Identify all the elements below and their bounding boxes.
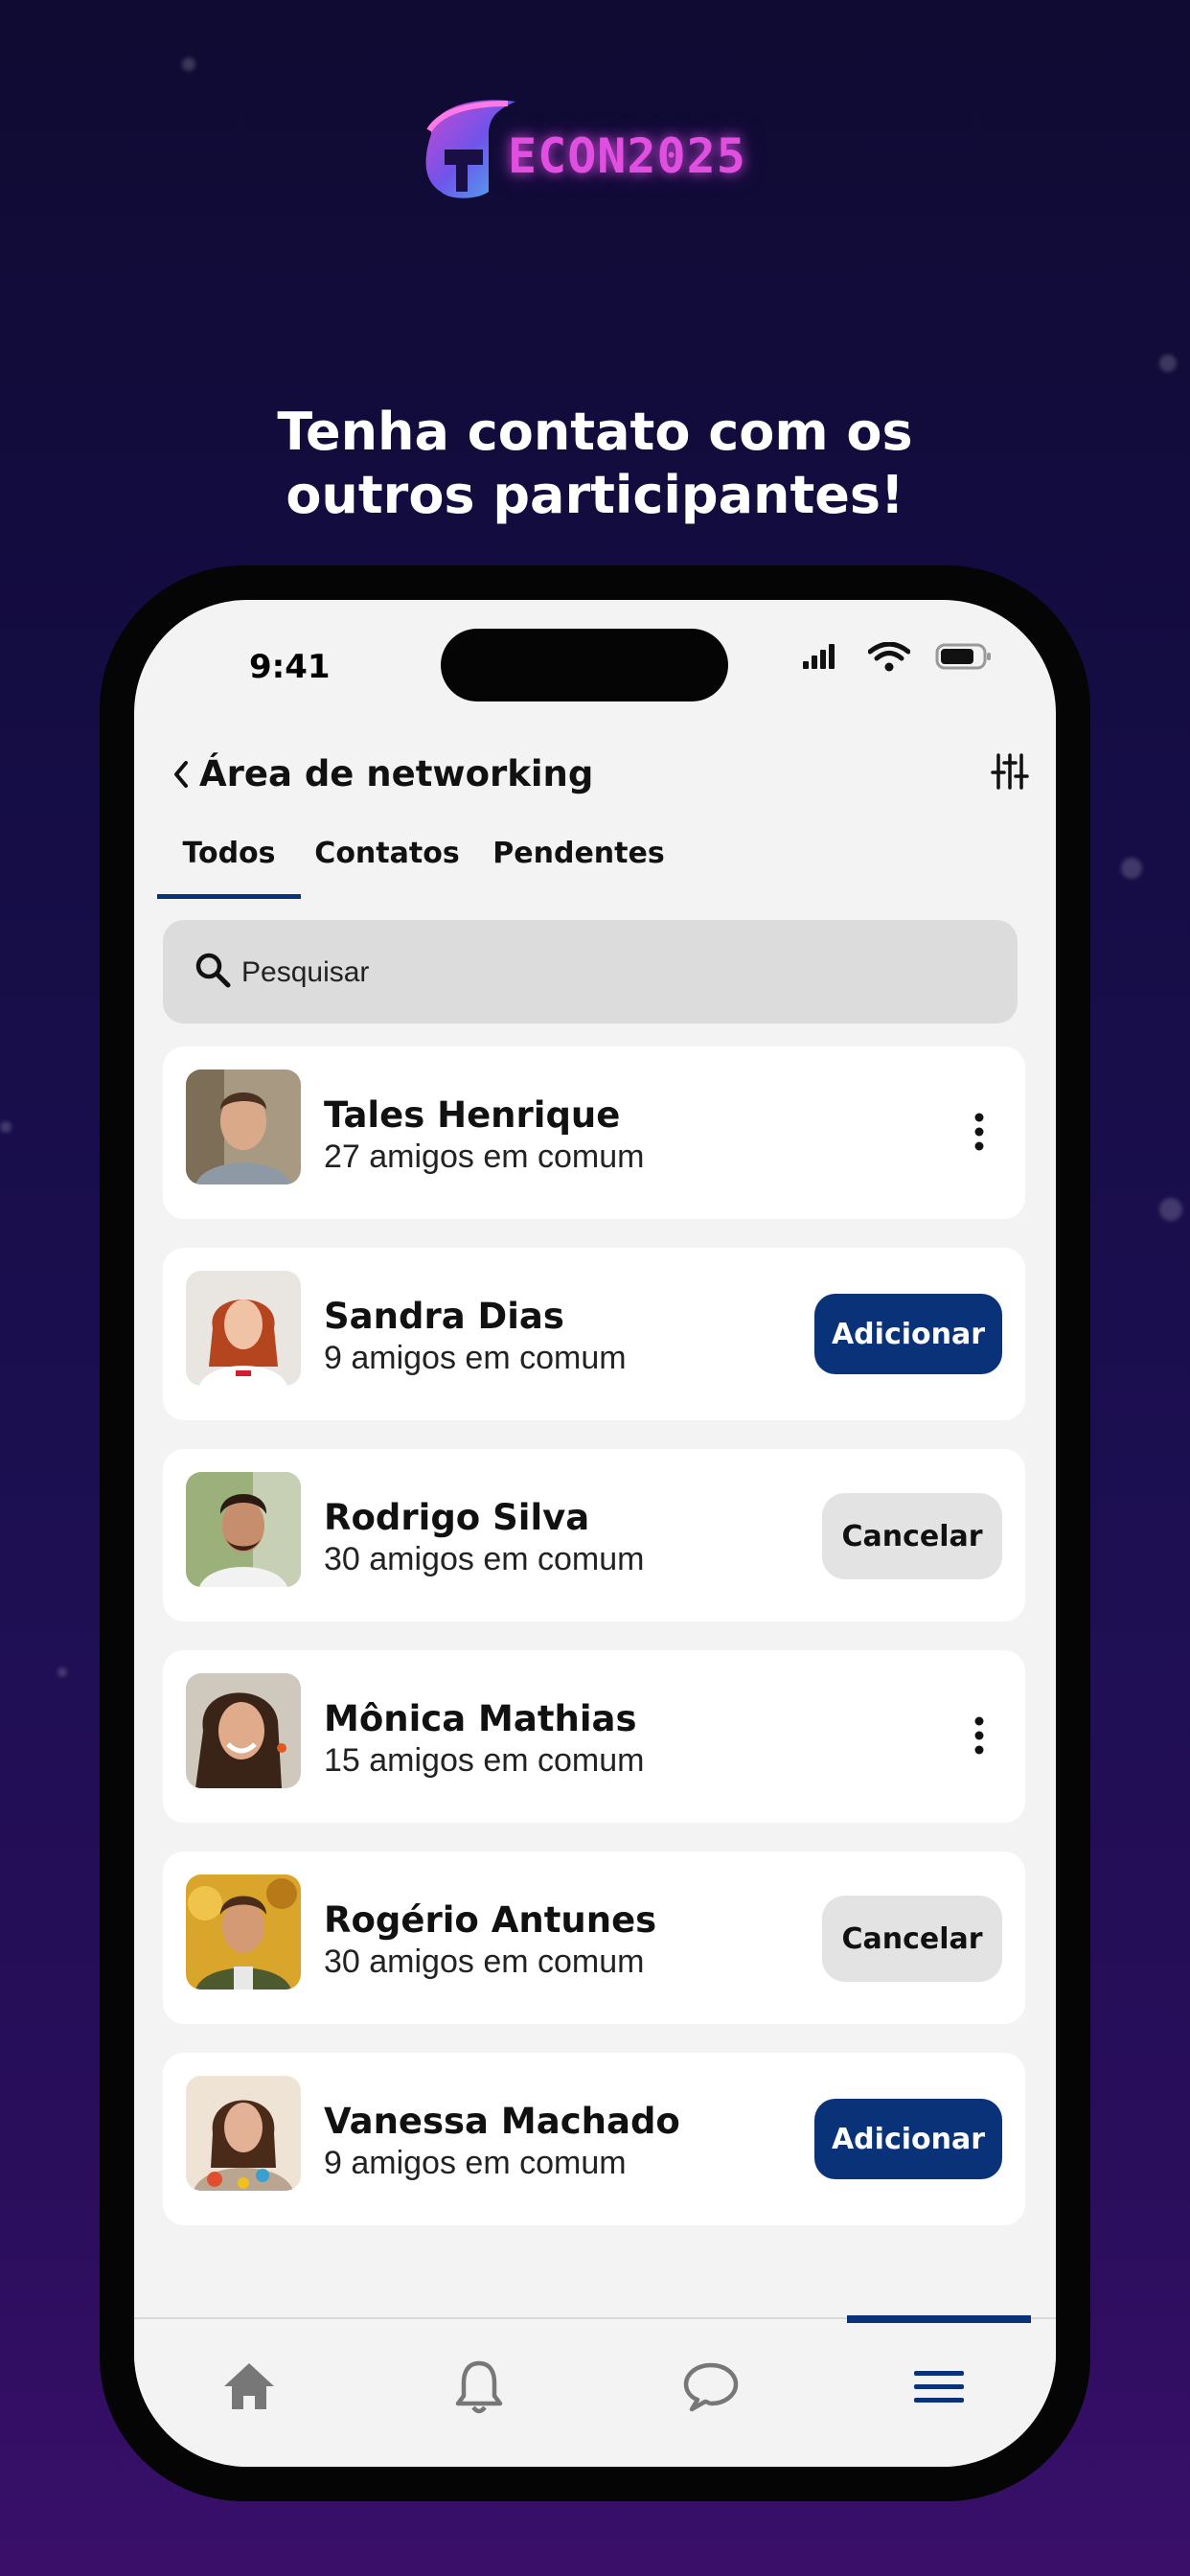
nav-chat[interactable]: [617, 2319, 801, 2463]
econ-logo: ECON2025: [412, 96, 795, 211]
mutual-friends: 30 amigos em comum: [324, 1944, 645, 1980]
signal-icon: [803, 644, 835, 669]
avatar-photo: [186, 1874, 301, 1990]
person-card[interactable]: Sandra Dias 9 amigos em comum Adicionar: [163, 1248, 1025, 1420]
search-input[interactable]: [240, 920, 991, 1025]
mutual-friends: 9 amigos em comum: [324, 2145, 627, 2181]
bell-icon: [455, 2360, 503, 2414]
avatar-photo: [186, 1472, 301, 1587]
chat-icon: [683, 2362, 739, 2412]
add-button[interactable]: Adicionar: [814, 2099, 1002, 2179]
avatar: [186, 1472, 301, 1587]
avatar: [186, 1070, 301, 1184]
bottom-navigation: [134, 2315, 1056, 2467]
sliders-icon[interactable]: [991, 748, 1029, 795]
background-star: [182, 58, 195, 71]
headline-line-1: Tenha contato com os: [277, 402, 913, 462]
search-bar[interactable]: [163, 920, 1018, 1025]
person-name: Sandra Dias: [324, 1296, 564, 1337]
person-name: Rogério Antunes: [324, 1899, 657, 1941]
person-card[interactable]: Vanessa Machado 9 amigos em comum Adicio…: [163, 2053, 1025, 2225]
background-star: [57, 1668, 67, 1677]
wifi-icon: [868, 642, 910, 672]
background-star: [1159, 1198, 1182, 1221]
person-name: Mônica Mathias: [324, 1698, 637, 1739]
dynamic-island: [441, 629, 728, 702]
menu-icon: [914, 2371, 964, 2403]
status-time: 9:41: [249, 648, 331, 686]
cancel-button[interactable]: Cancelar: [822, 1493, 1002, 1579]
avatar: [186, 1874, 301, 1990]
tab-bar: Todos Contatos Pendentes: [157, 813, 1019, 899]
background-star: [1159, 355, 1177, 372]
mutual-friends: 15 amigos em comum: [324, 1742, 645, 1779]
nav-home[interactable]: [157, 2319, 341, 2463]
person-card[interactable]: Tales Henrique 27 amigos em comum: [163, 1046, 1025, 1219]
mutual-friends: 30 amigos em comum: [324, 1541, 645, 1577]
battery-icon: [935, 643, 991, 670]
tab-contatos[interactable]: Contatos: [310, 813, 464, 895]
logo-text: ECON2025: [508, 128, 746, 184]
nav-menu[interactable]: [847, 2319, 1031, 2463]
person-card[interactable]: Rodrigo Silva 30 amigos em comum Cancela…: [163, 1449, 1025, 1622]
page-header: Área de networking: [134, 734, 1056, 820]
person-card[interactable]: Mônica Mathias 15 amigos em comum: [163, 1650, 1025, 1823]
spartan-helmet-icon: [425, 100, 515, 198]
more-vertical-icon[interactable]: [968, 1712, 991, 1760]
person-name: Vanessa Machado: [324, 2101, 680, 2142]
status-icons: [801, 642, 1012, 680]
headline: Tenha contato com os outros participante…: [0, 401, 1190, 527]
person-name: Rodrigo Silva: [324, 1497, 590, 1538]
search-icon: [195, 953, 231, 988]
avatar: [186, 2076, 301, 2191]
cancel-button[interactable]: Cancelar: [822, 1896, 1002, 1982]
phone-screen: 9:41 Área de networking Todos Contatos P…: [134, 600, 1056, 2467]
page-title: Área de networking: [199, 753, 594, 794]
background-star: [1121, 858, 1142, 879]
person-name: Tales Henrique: [324, 1094, 621, 1136]
more-vertical-icon[interactable]: [968, 1108, 991, 1156]
avatar-photo: [186, 1271, 301, 1386]
tab-todos[interactable]: Todos: [157, 813, 301, 899]
avatar-photo: [186, 1070, 301, 1184]
add-button[interactable]: Adicionar: [814, 1294, 1002, 1374]
headline-line-2: outros participantes!: [286, 465, 904, 525]
avatar-photo: [186, 1673, 301, 1788]
home-icon: [224, 2363, 274, 2409]
avatar: [186, 1271, 301, 1386]
mutual-friends: 9 amigos em comum: [324, 1340, 627, 1376]
background-star: [0, 1121, 11, 1133]
avatar: [186, 1673, 301, 1788]
person-card[interactable]: Rogério Antunes 30 amigos em comum Cance…: [163, 1852, 1025, 2024]
phone-frame: 9:41 Área de networking Todos Contatos P…: [100, 565, 1090, 2501]
chevron-left-icon[interactable]: [167, 755, 195, 794]
tab-pendentes[interactable]: Pendentes: [492, 813, 665, 895]
nav-notifications[interactable]: [387, 2319, 571, 2463]
mutual-friends: 27 amigos em comum: [324, 1138, 645, 1175]
avatar-photo: [186, 2076, 301, 2191]
